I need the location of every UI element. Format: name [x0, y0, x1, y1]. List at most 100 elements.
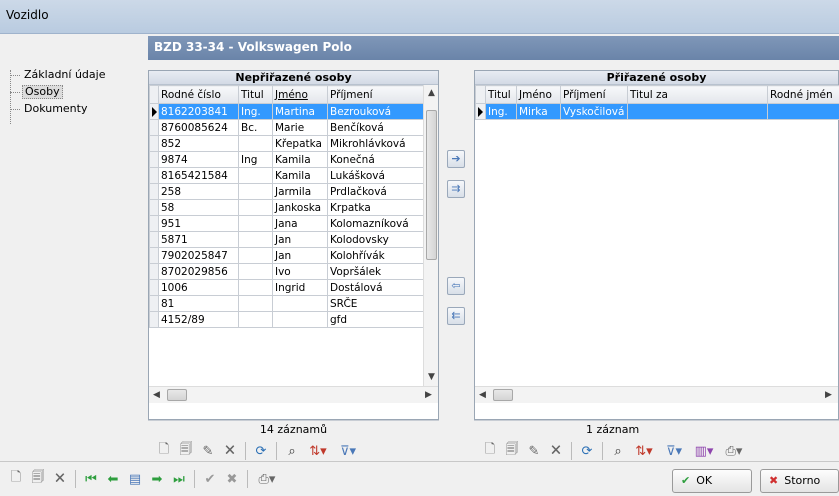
table-cell[interactable]: 5871 [158, 231, 239, 248]
table-cell[interactable]: gfd [327, 311, 426, 328]
sort-dropdown-icon[interactable]: ⇅▾ [630, 441, 658, 461]
table-cell[interactable]: SRČE [327, 295, 426, 312]
table-cell[interactable] [238, 167, 273, 184]
scroll-left-icon[interactable]: ◀ [479, 389, 486, 401]
table-cell[interactable]: Kolohřívák [327, 247, 426, 264]
table-row[interactable]: 258 Jarmila Prdlačková [149, 183, 426, 200]
column-header-rodne-cislo[interactable]: Rodné číslo [158, 85, 239, 104]
table-cell[interactable]: Kamila [272, 167, 328, 184]
table-row[interactable]: 9874 Ing Kamila Konečná [149, 151, 426, 168]
table-cell[interactable]: Bc. [238, 119, 273, 136]
table-cell[interactable] [238, 279, 273, 296]
scroll-left-icon[interactable]: ◀ [153, 389, 160, 401]
table-row[interactable]: 1006 Ingrid Dostálová [149, 279, 426, 296]
record-detail-icon[interactable]: ▤ [125, 469, 145, 489]
new-document-icon[interactable]: 🗋 [6, 469, 26, 489]
hscrollbar-thumb[interactable] [167, 389, 187, 401]
table-row[interactable]: 7902025847 Jan Kolohřívák [149, 247, 426, 264]
unassign-selected-button[interactable]: ⇦ [447, 277, 465, 295]
table-cell[interactable]: Vyskočilová [560, 103, 628, 120]
table-row[interactable]: 5871 Jan Kolodovsky [149, 231, 426, 248]
table-row[interactable]: 951 Jana Kolomazníková [149, 215, 426, 232]
row-header[interactable] [149, 295, 159, 312]
columns-dropdown-icon[interactable]: ▥▾ [690, 441, 718, 461]
table-row[interactable]: 8760085624 Bc. Marie Benčíková [149, 119, 426, 136]
table-cell[interactable]: Jan [272, 247, 328, 264]
table-cell[interactable]: 7902025847 [158, 247, 239, 264]
table-row[interactable]: 852 Křepatka Mikrohlávková [149, 135, 426, 152]
print-dropdown-icon[interactable]: ⎙▾ [720, 441, 748, 461]
table-cell[interactable] [238, 215, 273, 232]
next-record-icon[interactable]: ➡ [147, 469, 167, 489]
table-cell[interactable] [238, 247, 273, 264]
column-header-titul[interactable]: Titul [485, 85, 517, 104]
table-cell[interactable]: 8760085624 [158, 119, 239, 136]
sort-dropdown-icon[interactable]: ⇅▾ [304, 441, 332, 461]
table-cell[interactable]: Mirka [516, 103, 561, 120]
confirm-icon[interactable]: ✔ [200, 469, 220, 489]
table-cell[interactable]: Benčíková [327, 119, 426, 136]
row-header[interactable] [149, 263, 159, 280]
row-header[interactable] [475, 103, 486, 120]
row-header[interactable] [149, 199, 159, 216]
table-cell[interactable]: Ingrid [272, 279, 328, 296]
table-cell[interactable]: Prdlačková [327, 183, 426, 200]
row-header[interactable] [149, 231, 159, 248]
table-cell[interactable] [238, 295, 273, 312]
cancel-button[interactable]: ✖ Storno [760, 469, 839, 493]
table-cell[interactable]: 951 [158, 215, 239, 232]
table-cell[interactable]: Jankoska [272, 199, 328, 216]
row-header[interactable] [149, 215, 159, 232]
table-cell[interactable] [238, 263, 273, 280]
table-cell[interactable]: 81 [158, 295, 239, 312]
hscrollbar-thumb[interactable] [493, 389, 513, 401]
table-cell[interactable]: 258 [158, 183, 239, 200]
table-cell[interactable] [272, 295, 328, 312]
table-row[interactable]: 58 Jankoska Krpatka [149, 199, 426, 216]
table-cell[interactable]: Marie [272, 119, 328, 136]
table-cell[interactable]: 58 [158, 199, 239, 216]
refresh-icon[interactable]: ⟳ [251, 441, 271, 461]
row-header[interactable] [149, 119, 159, 136]
row-header[interactable] [149, 167, 159, 184]
table-cell[interactable]: 4152/89 [158, 311, 239, 328]
table-cell[interactable]: Konečná [327, 151, 426, 168]
column-header-prijmeni[interactable]: Příjmení [327, 85, 426, 104]
scroll-up-icon[interactable]: ▲ [428, 87, 435, 99]
new-record-icon[interactable]: 🗋 [480, 441, 500, 461]
table-cell[interactable]: Kamila [272, 151, 328, 168]
find-icon[interactable]: ⌕ [608, 441, 628, 461]
horizontal-scrollbar[interactable]: ◀ ▶ [475, 386, 838, 403]
row-header[interactable] [149, 183, 159, 200]
table-row[interactable]: Ing. Mirka Vyskočilová [475, 103, 839, 120]
copy-record-icon[interactable]: 🗐 [176, 441, 196, 461]
delete-record-icon[interactable]: 🗙 [220, 441, 240, 461]
table-cell[interactable]: Jarmila [272, 183, 328, 200]
cancel-icon[interactable]: ✖ [222, 469, 242, 489]
first-record-icon[interactable]: ⏮ [81, 469, 101, 489]
table-row[interactable]: 8165421584 Kamila Lukášková [149, 167, 426, 184]
horizontal-scrollbar[interactable]: ◀ ▶ [149, 386, 438, 403]
row-header[interactable] [149, 135, 159, 152]
vertical-scrollbar[interactable]: ▲ ▼ [423, 85, 438, 386]
table-cell[interactable] [238, 199, 273, 216]
table-cell[interactable]: 1006 [158, 279, 239, 296]
refresh-icon[interactable]: ⟳ [577, 441, 597, 461]
table-cell[interactable]: Dostálová [327, 279, 426, 296]
ok-button[interactable]: ✔ OK [672, 469, 752, 493]
column-header-titul-za[interactable]: Titul za [627, 85, 768, 104]
table-cell[interactable]: Lukášková [327, 167, 426, 184]
table-cell[interactable] [272, 311, 328, 328]
column-header-jmeno[interactable]: Jméno [516, 85, 561, 104]
edit-record-icon[interactable]: ✎ [524, 441, 544, 461]
table-cell[interactable]: Martina [272, 103, 328, 120]
scroll-down-icon[interactable]: ▼ [428, 371, 435, 383]
table-cell[interactable] [627, 103, 768, 120]
row-header[interactable] [149, 247, 159, 264]
table-row[interactable]: 81 SRČE [149, 295, 426, 312]
table-cell[interactable]: 9874 [158, 151, 239, 168]
table-cell[interactable]: Ing. [485, 103, 517, 120]
table-row[interactable]: 8702029856 Ivo Vopršálek [149, 263, 426, 280]
table-cell[interactable]: Vopršálek [327, 263, 426, 280]
table-cell[interactable] [238, 183, 273, 200]
